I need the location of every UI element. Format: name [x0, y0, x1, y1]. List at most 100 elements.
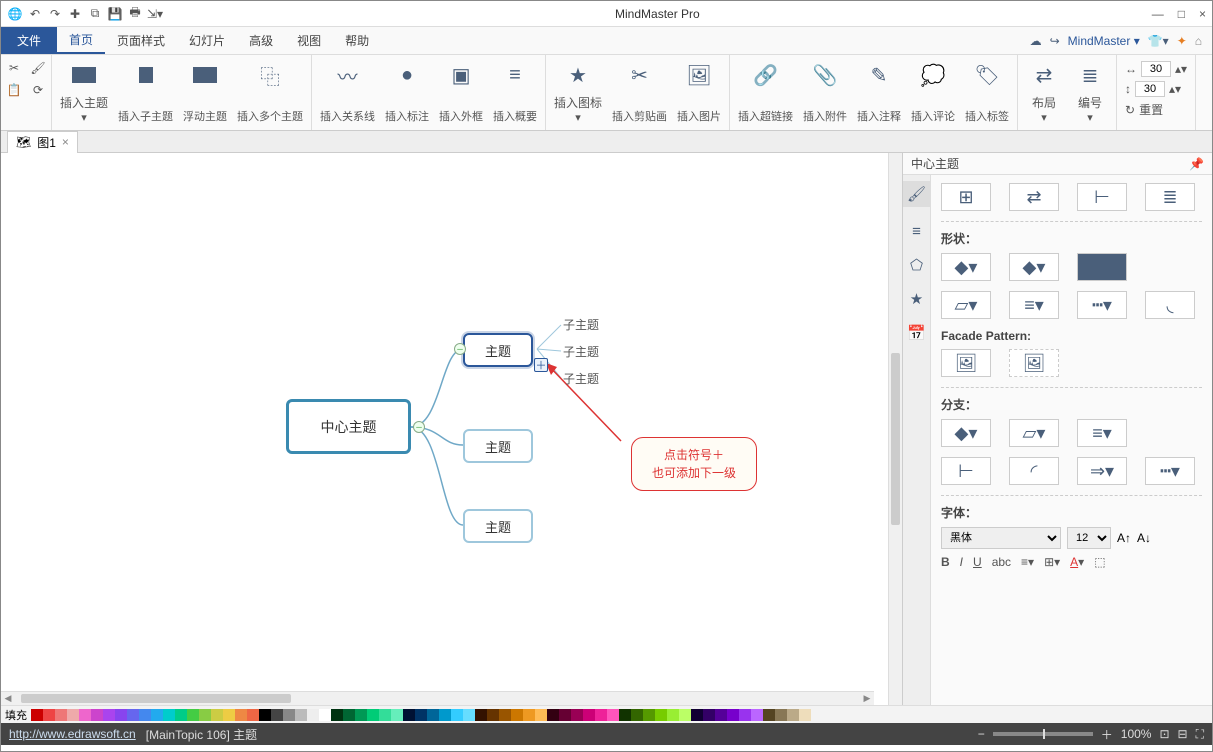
- layout-style-4[interactable]: ≣: [1145, 183, 1195, 211]
- color-swatch[interactable]: [715, 709, 727, 721]
- branch-weight-button[interactable]: ≡▾: [1077, 419, 1127, 447]
- color-swatch[interactable]: [643, 709, 655, 721]
- color-swatch[interactable]: [379, 709, 391, 721]
- cut-icon[interactable]: ✂: [5, 59, 23, 77]
- branch-style-button[interactable]: ▱▾: [1009, 419, 1059, 447]
- export-icon[interactable]: ⇲▾: [147, 6, 163, 22]
- color-swatch[interactable]: [691, 709, 703, 721]
- color-swatch[interactable]: [391, 709, 403, 721]
- color-swatch[interactable]: [55, 709, 67, 721]
- color-swatch[interactable]: [283, 709, 295, 721]
- menu-home[interactable]: 首页: [57, 27, 105, 54]
- theme-tab-icon[interactable]: ⬠: [910, 256, 923, 274]
- color-swatch[interactable]: [619, 709, 631, 721]
- save-icon[interactable]: 💾: [107, 6, 123, 22]
- color-swatch[interactable]: [175, 709, 187, 721]
- maximize-button[interactable]: □: [1178, 7, 1185, 21]
- insert-subtopic-button[interactable]: 插入子主题: [116, 59, 175, 126]
- branch-color-button[interactable]: ◆▾: [941, 419, 991, 447]
- color-swatch[interactable]: [751, 709, 763, 721]
- shape-button[interactable]: ◆▾: [1009, 253, 1059, 281]
- insert-attachment-button[interactable]: 📎插入附件: [801, 59, 849, 126]
- format-icon[interactable]: ⟳: [29, 81, 47, 99]
- fill-color-button[interactable]: ◆▾: [941, 253, 991, 281]
- color-swatch[interactable]: [727, 709, 739, 721]
- layout-style-2[interactable]: ⇄: [1009, 183, 1059, 211]
- menu-page-style[interactable]: 页面样式: [105, 27, 177, 54]
- underline-button[interactable]: U: [973, 555, 982, 569]
- color-swatch[interactable]: [31, 709, 43, 721]
- collapse-handle[interactable]: –: [413, 421, 425, 433]
- facade-1-button[interactable]: 🖼: [941, 349, 991, 377]
- paste-icon[interactable]: 📋: [5, 81, 23, 99]
- color-swatch[interactable]: [799, 709, 811, 721]
- insert-comment-button[interactable]: 💭插入评论: [909, 59, 957, 126]
- color-swatch[interactable]: [667, 709, 679, 721]
- branch-shape-button[interactable]: ⊢: [941, 457, 991, 485]
- color-swatch[interactable]: [319, 709, 331, 721]
- color-swatch[interactable]: [139, 709, 151, 721]
- doc-tab-close-icon[interactable]: ×: [62, 135, 69, 149]
- color-swatch[interactable]: [475, 709, 487, 721]
- color-swatch[interactable]: [463, 709, 475, 721]
- font-color-button[interactable]: A▾: [1070, 555, 1084, 569]
- menu-view[interactable]: 视图: [285, 27, 333, 54]
- color-swatch[interactable]: [775, 709, 787, 721]
- color-swatch[interactable]: [487, 709, 499, 721]
- layout-style-1[interactable]: ⊞: [941, 183, 991, 211]
- new-icon[interactable]: ✚: [67, 6, 83, 22]
- color-swatch[interactable]: [427, 709, 439, 721]
- canvas-area[interactable]: 中心主题 – 主题 ＋ – 主题 主题 子主题 子主题 子主题 点击符号＋ 也可…: [1, 153, 888, 705]
- branch-arrow-button[interactable]: ⇒▾: [1077, 457, 1127, 485]
- menu-help[interactable]: 帮助: [333, 27, 381, 54]
- topic-node-3[interactable]: 主题: [463, 509, 533, 543]
- close-button[interactable]: ×: [1199, 7, 1206, 21]
- clipart-tab-icon[interactable]: 📅: [907, 324, 926, 342]
- fit-width-icon[interactable]: ⊟: [1178, 727, 1188, 741]
- font-decrease-button[interactable]: A↓: [1137, 531, 1151, 545]
- color-swatch[interactable]: [679, 709, 691, 721]
- style-tab-icon[interactable]: 🖌: [903, 181, 930, 207]
- outline-tab-icon[interactable]: ≡: [912, 223, 921, 240]
- line-dash-button[interactable]: ┅▾: [1077, 291, 1127, 319]
- color-swatch[interactable]: [259, 709, 271, 721]
- layout-style-3[interactable]: ⊢: [1077, 183, 1127, 211]
- color-swatch[interactable]: [403, 709, 415, 721]
- color-swatch[interactable]: [115, 709, 127, 721]
- tshirt-icon[interactable]: 👕▾: [1148, 34, 1169, 48]
- font-family-select[interactable]: 黑体: [941, 527, 1061, 549]
- center-topic-node[interactable]: 中心主题: [286, 399, 411, 454]
- insert-relation-button[interactable]: 〰插入关系线: [318, 59, 377, 126]
- color-swatch[interactable]: [343, 709, 355, 721]
- color-swatch[interactable]: [607, 709, 619, 721]
- insert-boundary-button[interactable]: ▣插入外框: [437, 59, 485, 126]
- color-swatch[interactable]: [631, 709, 643, 721]
- zoom-out-button[interactable]: −: [978, 727, 985, 741]
- color-swatch[interactable]: [451, 709, 463, 721]
- color-swatch[interactable]: [127, 709, 139, 721]
- color-swatch[interactable]: [559, 709, 571, 721]
- color-swatch[interactable]: [535, 709, 547, 721]
- fullscreen-icon[interactable]: ⛶: [1196, 727, 1204, 742]
- collapse-handle-1[interactable]: –: [454, 343, 466, 355]
- color-swatch[interactable]: [91, 709, 103, 721]
- color-swatch[interactable]: [103, 709, 115, 721]
- horizontal-scrollbar[interactable]: ◀ ▶: [1, 691, 874, 705]
- color-swatch[interactable]: [439, 709, 451, 721]
- hspacing-input[interactable]: [1141, 61, 1171, 77]
- color-swatch[interactable]: [655, 709, 667, 721]
- brand-link[interactable]: MindMaster ▾: [1068, 34, 1140, 48]
- color-swatch[interactable]: [307, 709, 319, 721]
- globe-icon[interactable]: 🌐: [7, 6, 23, 22]
- home-icon[interactable]: ⌂: [1195, 34, 1202, 48]
- zoom-in-button[interactable]: ＋: [1101, 726, 1113, 743]
- vspacing-input[interactable]: [1135, 81, 1165, 97]
- color-swatch[interactable]: [499, 709, 511, 721]
- insert-tag-button[interactable]: 🏷插入标签: [963, 59, 1011, 126]
- color-swatch[interactable]: [187, 709, 199, 721]
- color-swatch[interactable]: [43, 709, 55, 721]
- subtopic-1[interactable]: 子主题: [563, 316, 599, 333]
- bold-button[interactable]: B: [941, 555, 950, 569]
- color-swatch[interactable]: [367, 709, 379, 721]
- color-swatch[interactable]: [223, 709, 235, 721]
